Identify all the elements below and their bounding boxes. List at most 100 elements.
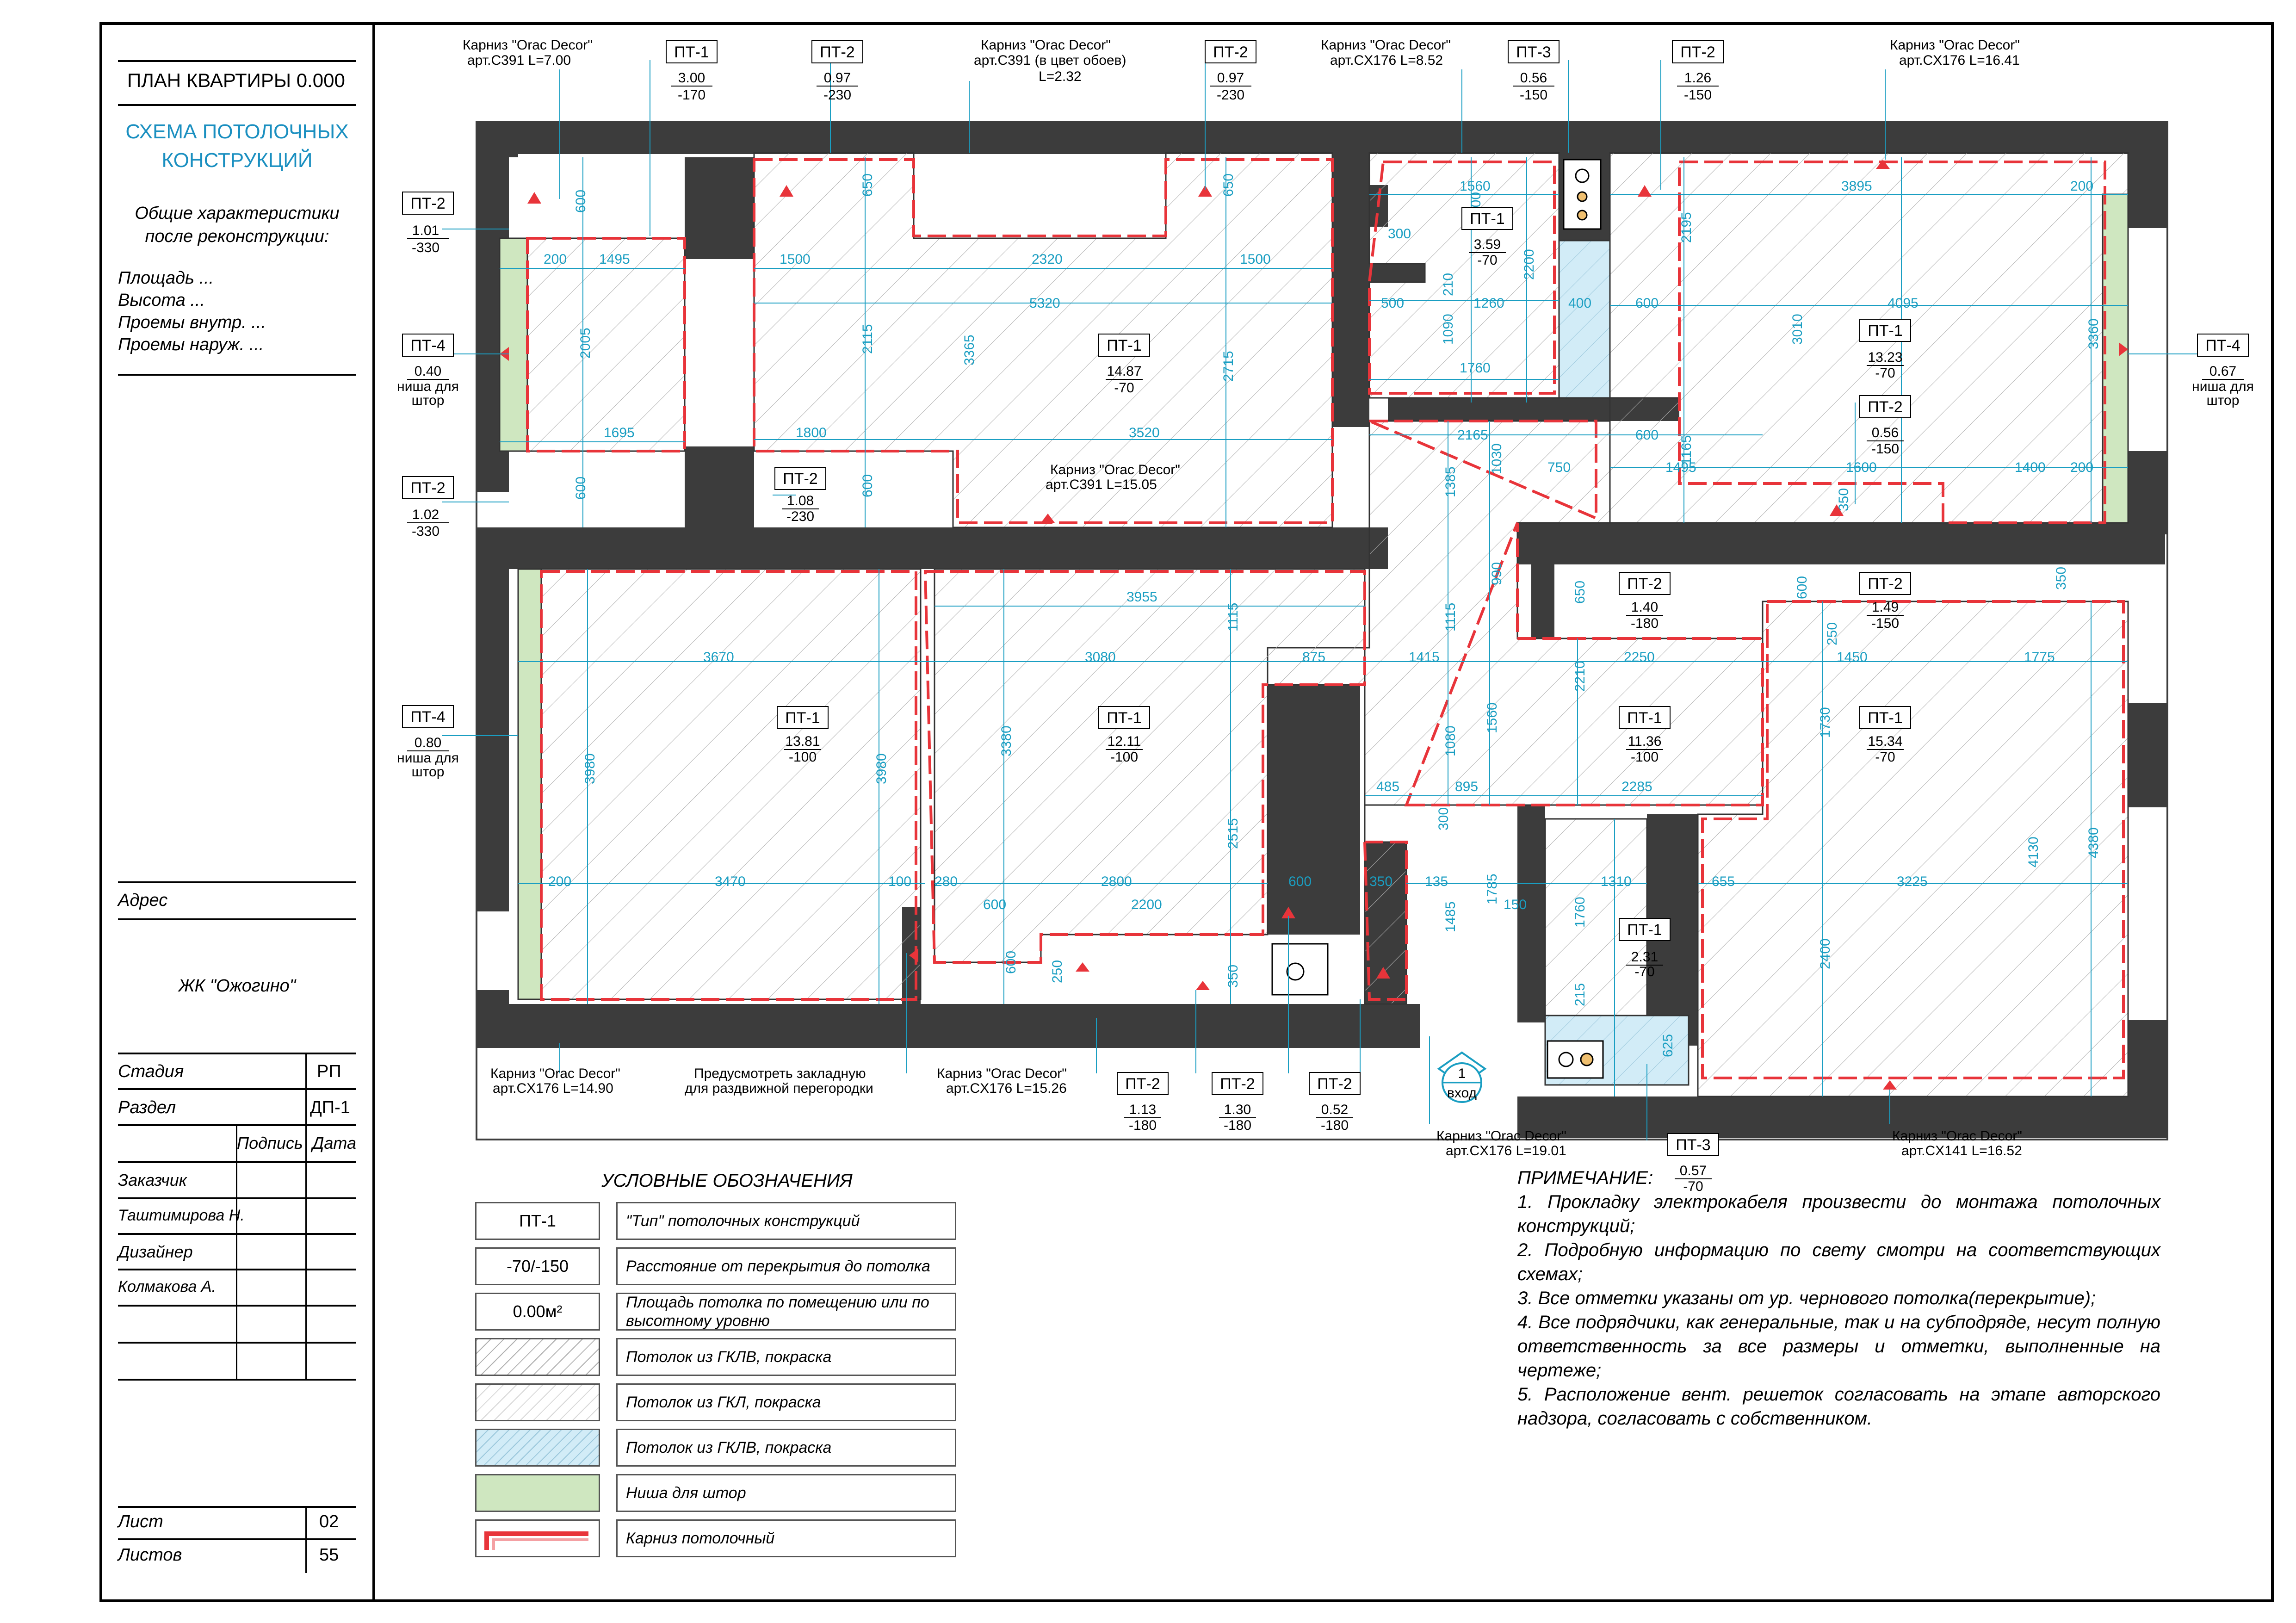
svg-text:ПТ-1: ПТ-1 (785, 709, 820, 727)
cornice-label: Карниз "Orac Decor" (1890, 37, 2020, 53)
legend-symbol: ПТ-1 (475, 1202, 600, 1240)
cornice-label: Карниз "Orac Decor" (937, 1066, 1067, 1081)
svg-text:-70: -70 (1634, 964, 1654, 979)
legend-text: Потолок из ГКЛВ, покраска (616, 1338, 956, 1376)
svg-text:-150: -150 (1871, 441, 1899, 457)
dim-label: 1695 (604, 425, 635, 440)
dim-label: 600 (1635, 296, 1659, 311)
legend-symbol: 0.00м² (475, 1293, 600, 1331)
svg-text:ниша для: ниша для (397, 750, 459, 766)
svg-text:0.97: 0.97 (824, 70, 851, 86)
svg-text:0.97: 0.97 (1217, 70, 1244, 86)
cornice-label: Предусмотреть закладную (694, 1066, 866, 1081)
svg-text:ПТ-2: ПТ-2 (1220, 1075, 1255, 1093)
svg-text:штор: штор (412, 393, 445, 408)
ceiling-tag: ПТ-2 1.30-180 (1212, 1072, 1263, 1133)
dim-label: 625 (1660, 1034, 1676, 1057)
dim-label: 3380 (999, 725, 1014, 756)
notes-block: ПРИМЕЧАНИЕ: 1. Прокладку электрокабеля п… (1517, 1166, 2160, 1431)
svg-text:13.81: 13.81 (785, 734, 820, 749)
dim-label: 2165 (1457, 427, 1488, 443)
svg-text:-330: -330 (412, 240, 439, 255)
ceiling-tag: ПТ-2 0.52-180 (1309, 1072, 1361, 1133)
svg-text:0.56: 0.56 (1872, 425, 1899, 440)
cornice-label: Карниз "Orac Decor" (1050, 462, 1180, 477)
svg-text:ПТ-2: ПТ-2 (820, 43, 854, 61)
dim-label: 1310 (1601, 874, 1632, 889)
notes-title: ПРИМЕЧАНИЕ: (1517, 1168, 1653, 1188)
svg-text:ниша для: ниша для (397, 379, 459, 394)
svg-text:11.36: 11.36 (1628, 734, 1662, 749)
cornice-label: Карниз "Orac Decor" (490, 1066, 620, 1081)
svg-text:ПТ-1: ПТ-1 (1107, 337, 1141, 354)
dim-label: 1760 (1572, 897, 1588, 928)
svg-text:ПТ-2: ПТ-2 (1868, 575, 1902, 593)
dim-label: 1785 (1485, 873, 1500, 904)
legend-text: Площадь потолка по помещению или по высо… (616, 1293, 956, 1331)
dim-label: 2320 (1032, 252, 1063, 267)
dim-label: 200 (548, 874, 571, 889)
svg-text:ПТ-1: ПТ-1 (1627, 709, 1662, 727)
svg-text:-150: -150 (1871, 616, 1899, 631)
dim-label: 1760 (1460, 360, 1491, 376)
dim-label: 3955 (1126, 589, 1157, 605)
svg-text:ПТ-2: ПТ-2 (410, 479, 445, 497)
dim-label: 2715 (1221, 351, 1236, 382)
svg-text:ПТ-1: ПТ-1 (1627, 921, 1662, 939)
dim-label: 1385 (1443, 466, 1458, 497)
dim-label: 1560 (1460, 179, 1491, 194)
dim-label: 2515 (1225, 818, 1241, 849)
cornice-label: арт.CX141 L=16.52 (1901, 1143, 2022, 1158)
dim-label: 1500 (780, 252, 811, 267)
ceiling-tag: ПТ-2 1.01 -330 (402, 192, 454, 255)
svg-text:13.23: 13.23 (1868, 350, 1902, 365)
svg-text:-100: -100 (1110, 750, 1138, 765)
svg-text:-70: -70 (1875, 750, 1895, 765)
dim-label: 600 (1795, 576, 1810, 599)
dim-label: 2195 (1679, 212, 1694, 243)
svg-text:15.34: 15.34 (1868, 734, 1902, 749)
dim-label: 1600 (1846, 460, 1877, 475)
svg-text:1.02: 1.02 (412, 507, 439, 522)
svg-text:-100: -100 (789, 750, 817, 765)
svg-text:1.30: 1.30 (1224, 1102, 1251, 1117)
dim-label: 1560 (1485, 702, 1500, 733)
cornice-label: для раздвижной перегородки (685, 1081, 873, 1096)
svg-text:-330: -330 (412, 524, 439, 539)
svg-text:ПТ-2: ПТ-2 (783, 470, 817, 488)
cornice-label: арт.C391 L=15.05 (1046, 477, 1157, 492)
ceiling-tag: ПТ-2 1.02 -330 (402, 476, 454, 539)
svg-text:-180: -180 (1224, 1118, 1251, 1133)
dim-label: 750 (1547, 460, 1571, 475)
ceiling-tag: ПТ-3 0.56-150 (1508, 40, 1560, 103)
dim-label: 2250 (1624, 650, 1655, 665)
svg-text:ПТ-4: ПТ-4 (410, 708, 445, 726)
svg-text:ПТ-2: ПТ-2 (1125, 1075, 1160, 1093)
dim-label: 1090 (1441, 314, 1456, 345)
dim-label: 2285 (1621, 779, 1652, 794)
dim-label: 5320 (1029, 296, 1060, 311)
dim-label: 2210 (1572, 661, 1588, 692)
svg-text:2.31: 2.31 (1631, 949, 1658, 965)
dim-label: 600 (573, 477, 588, 500)
legend-text: Расстояние от перекрытия до потолка (616, 1247, 956, 1285)
svg-text:1.08: 1.08 (787, 493, 814, 508)
cornice-label: Карниз "Orac Decor" (463, 37, 593, 53)
svg-text:ПТ-1: ПТ-1 (1868, 709, 1902, 727)
svg-text:ПТ-2: ПТ-2 (410, 195, 445, 212)
svg-text:штор: штор (412, 764, 445, 780)
dim-label: 200 (544, 252, 567, 267)
svg-text:-150: -150 (1520, 87, 1547, 103)
svg-text:ниша для: ниша для (2192, 379, 2254, 394)
dim-label: 1485 (1443, 901, 1458, 932)
svg-text:1.49: 1.49 (1872, 600, 1899, 615)
dim-label: 4130 (2026, 836, 2041, 867)
dim-label: 2115 (860, 324, 875, 354)
svg-text:1.01: 1.01 (412, 223, 439, 238)
svg-text:ПТ-2: ПТ-2 (1317, 1075, 1352, 1093)
svg-text:ПТ-3: ПТ-3 (1676, 1136, 1710, 1154)
svg-text:ПТ-1: ПТ-1 (1868, 322, 1902, 340)
svg-text:ПТ-4: ПТ-4 (410, 337, 445, 354)
dim-label: 650 (860, 173, 875, 197)
cornice-label: L=2.32 (1039, 69, 1082, 84)
